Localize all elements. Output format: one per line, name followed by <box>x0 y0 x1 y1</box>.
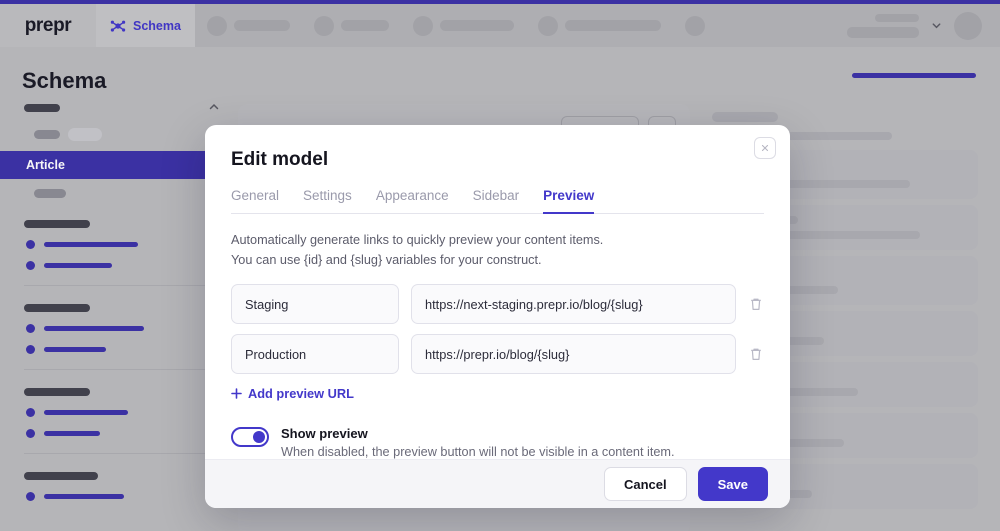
preview-url-row: Staging https://next-staging.prepr.io/bl… <box>231 284 764 325</box>
tab-sidebar[interactable]: Sidebar <box>473 188 520 214</box>
show-preview-label: Show preview <box>281 426 368 442</box>
tab-general[interactable]: General <box>231 188 279 214</box>
preview-name-input[interactable]: Production <box>231 334 399 375</box>
preview-url-input[interactable]: https://prepr.io/blog/{slug} <box>411 334 736 375</box>
show-preview-toggle[interactable] <box>231 427 269 448</box>
show-preview-texts: Show preview When disabled, the preview … <box>281 426 675 459</box>
modal-tabs: General Settings Appearance Sidebar Prev… <box>231 187 764 214</box>
toggle-knob <box>253 431 265 444</box>
preview-description-line-2: You can use {id} and {slug} variables fo… <box>231 252 542 267</box>
save-button[interactable]: Save <box>697 467 768 502</box>
cancel-button[interactable]: Cancel <box>603 467 687 502</box>
close-x-glyph <box>761 144 769 152</box>
tab-appearance[interactable]: Appearance <box>376 188 449 214</box>
modal-footer: Cancel Save <box>205 459 790 508</box>
close-icon[interactable] <box>754 137 776 159</box>
preview-description-line-1: Automatically generate links to quickly … <box>231 233 604 247</box>
add-preview-url-label: Add preview URL <box>248 386 354 402</box>
app-root: prepr Schema Schema Article Edit model G… <box>0 0 1000 531</box>
trash-icon[interactable] <box>748 296 764 312</box>
preview-url-list: Staging https://next-staging.prepr.io/bl… <box>231 284 764 375</box>
preview-name-input[interactable]: Staging <box>231 284 399 325</box>
preview-description: Automatically generate links to quickly … <box>231 231 764 270</box>
trash-icon[interactable] <box>748 346 764 362</box>
edit-model-modal: Edit model General Settings Appearance S… <box>205 125 790 508</box>
tab-preview[interactable]: Preview <box>543 188 595 214</box>
preview-url-input[interactable]: https://next-staging.prepr.io/blog/{slug… <box>411 284 736 325</box>
modal-body: Edit model General Settings Appearance S… <box>205 125 790 459</box>
preview-url-row: Production https://prepr.io/blog/{slug} <box>231 334 764 375</box>
show-preview-help: When disabled, the preview button will n… <box>281 445 675 460</box>
show-preview-setting: Show preview When disabled, the preview … <box>231 426 764 459</box>
tab-settings[interactable]: Settings <box>303 188 352 214</box>
modal-title: Edit model <box>231 149 329 170</box>
plus-icon <box>231 388 242 400</box>
add-preview-url-button[interactable]: Add preview URL <box>231 386 354 401</box>
